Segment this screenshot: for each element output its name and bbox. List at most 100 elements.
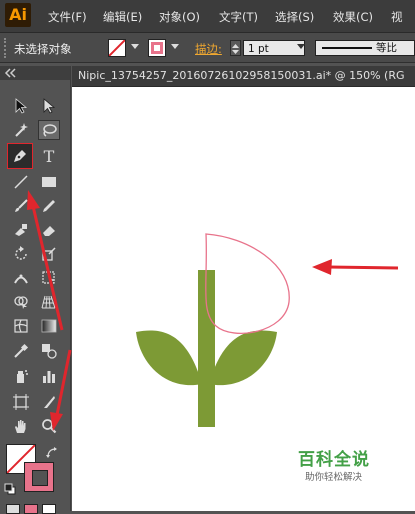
document-tab[interactable]: Nipic_13754257_20160726102958150031.ai* … [72, 66, 415, 87]
profile-label: 等比 [376, 42, 397, 54]
artboard-tool[interactable] [10, 392, 32, 412]
fill-dropdown-arrow[interactable] [131, 44, 139, 49]
type-icon: T [43, 146, 55, 166]
line-segment-tool[interactable] [10, 172, 32, 192]
app-logo: Ai [5, 3, 31, 27]
blob-brush-tool[interactable] [10, 220, 32, 240]
menu-bar: Ai 文件(F) 编辑(E) 对象(O) 文字(T) 选择(S) 效果(C) 视 [0, 0, 415, 33]
blend-tool[interactable] [38, 341, 60, 361]
zoom-icon [42, 419, 57, 434]
symbol-sprayer-icon [17, 370, 28, 383]
width-tool[interactable] [10, 268, 32, 288]
gradient-icon [41, 319, 57, 333]
gradient-tool[interactable] [38, 316, 60, 336]
stroke-dropdown-arrow[interactable] [171, 44, 179, 49]
zoom-tool[interactable] [38, 416, 60, 436]
none-mode-button[interactable] [42, 504, 56, 514]
blob-brush-icon [15, 224, 27, 236]
rectangle-tool[interactable] [38, 172, 60, 192]
default-colors-icon [4, 483, 16, 495]
eraser-icon [43, 226, 55, 236]
width-icon [14, 274, 28, 284]
pen-icon [14, 150, 26, 162]
hand-icon [15, 420, 26, 433]
left-leaf [136, 330, 202, 386]
slice-tool[interactable] [38, 392, 60, 412]
column-graph-icon [43, 371, 55, 383]
hand-tool[interactable] [10, 416, 32, 436]
swap-fill-stroke-button[interactable] [46, 444, 58, 463]
collapse-double-arrow-icon [4, 68, 16, 78]
watermark-slogan: 助你轻松解决 [305, 472, 363, 483]
menu-view[interactable]: 视 [391, 9, 403, 25]
column-graph-tool[interactable] [38, 366, 60, 386]
fill-swatch[interactable] [108, 39, 126, 57]
line-segment-icon [14, 175, 28, 189]
stroke-color-box[interactable] [24, 462, 54, 492]
stroke-swatch-color [151, 42, 163, 54]
profile-line [322, 47, 372, 49]
menu-object[interactable]: 对象(O) [159, 9, 200, 25]
perspective-grid-tool[interactable] [38, 292, 60, 312]
shape-builder-tool[interactable] [10, 292, 32, 312]
magic-wand-tool[interactable] [10, 120, 32, 140]
selection-status: 未选择对象 [14, 42, 72, 56]
blend-icon [42, 344, 57, 359]
petal-outline [205, 233, 290, 334]
stroke-swatch[interactable] [148, 39, 166, 57]
lasso-tool[interactable] [38, 120, 60, 140]
document-tab-title: Nipic_13754257_20160726102958150031.ai* … [78, 69, 405, 82]
stroke-weight-dropdown-arrow[interactable] [297, 44, 305, 49]
watermark-brand: 百科全说 [298, 450, 370, 470]
paintbrush-tool[interactable] [10, 196, 32, 216]
mesh-tool[interactable] [10, 316, 32, 336]
right-leaf [209, 330, 277, 386]
symbol-sprayer-tool[interactable] [10, 366, 32, 386]
artboard-icon [13, 394, 29, 410]
eyedropper-icon [14, 343, 29, 358]
pencil-tool[interactable] [38, 196, 60, 216]
color-mode-button[interactable] [6, 504, 20, 514]
magic-wand-icon [15, 123, 28, 137]
menu-edit[interactable]: 编辑(E) [103, 9, 142, 25]
pencil-icon [43, 200, 55, 212]
shape-builder-icon [14, 296, 28, 309]
direct-selection-tool[interactable] [38, 96, 60, 116]
variable-width-profile[interactable]: 等比 [315, 40, 415, 56]
stroke-label[interactable]: 描边: [195, 41, 222, 57]
control-bar: 未选择对象 描边: 1 pt 等比 [0, 33, 415, 63]
selection-arrow-icon [15, 98, 28, 114]
free-transform-tool[interactable] [38, 268, 60, 288]
default-colors-button[interactable] [4, 480, 16, 499]
lasso-icon [43, 124, 57, 137]
paintbrush-icon [15, 199, 28, 212]
free-transform-icon [42, 271, 55, 284]
menu-file[interactable]: 文件(F) [48, 9, 87, 25]
eyedropper-tool[interactable] [10, 341, 32, 361]
eraser-tool[interactable] [38, 220, 60, 240]
stepper-arrows-icon [232, 44, 239, 54]
selection-tool[interactable] [10, 96, 32, 116]
stroke-weight-input[interactable]: 1 pt [243, 40, 305, 56]
rectangle-icon [42, 177, 56, 187]
scale-tool[interactable] [38, 244, 60, 264]
watermark: 百科全说 助你轻松解决 [298, 445, 398, 485]
stroke-weight-stepper[interactable] [230, 40, 241, 56]
menu-effect[interactable]: 效果(C) [333, 9, 373, 25]
gradient-mode-button[interactable] [24, 504, 38, 514]
menu-select[interactable]: 选择(S) [275, 9, 314, 25]
type-tool[interactable]: T [38, 146, 60, 166]
rotate-icon [15, 246, 27, 260]
stroke-color-box-hole [32, 470, 48, 486]
perspective-grid-icon [41, 295, 56, 309]
swap-fill-stroke-icon [46, 447, 57, 458]
tools-panel: T [0, 66, 71, 514]
tools-panel-header[interactable] [0, 66, 70, 80]
rotate-tool[interactable] [10, 244, 32, 264]
pen-tool[interactable] [7, 143, 33, 169]
direct-selection-icon [43, 98, 56, 114]
panel-grip[interactable] [4, 38, 9, 58]
mesh-icon [14, 319, 28, 333]
slice-icon [44, 396, 55, 408]
menu-type[interactable]: 文字(T) [219, 9, 258, 25]
